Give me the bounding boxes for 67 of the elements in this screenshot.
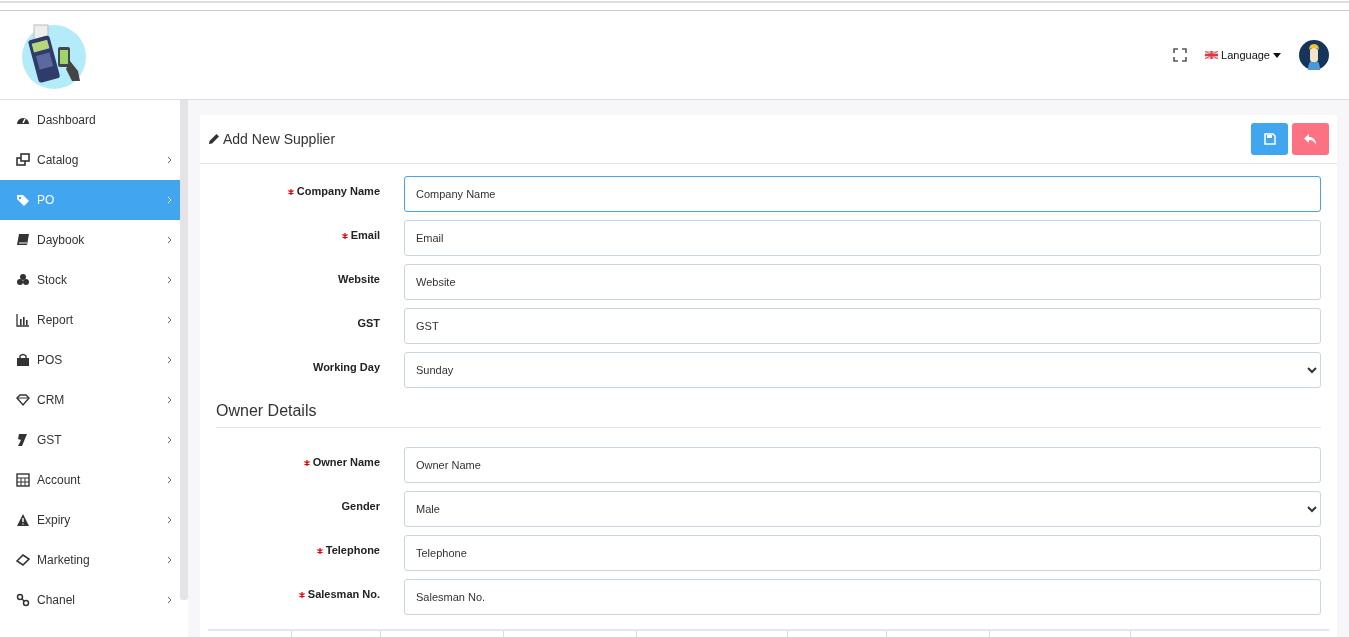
gst-icon — [16, 433, 30, 447]
chevron-right-icon — [167, 556, 173, 564]
field-label: Working Day — [312, 361, 380, 373]
input-field[interactable]: Email — [404, 220, 1321, 256]
section-heading: Owner Details — [216, 396, 1321, 428]
diamond-icon — [16, 393, 30, 407]
back-button[interactable] — [1292, 123, 1329, 155]
input-field[interactable]: Owner Name — [404, 447, 1321, 483]
overlapping-windows-icon — [16, 153, 30, 167]
sidebar-item[interactable]: Daybook — [0, 220, 180, 260]
chevron-right-icon — [167, 476, 173, 484]
flag-icon — [1205, 51, 1219, 59]
field-label: Email — [350, 229, 380, 241]
warning-icon — [16, 513, 30, 527]
chevron-right-icon — [167, 156, 173, 164]
chevron-right-icon — [167, 196, 173, 204]
bar-chart-icon — [16, 313, 30, 327]
chevron-right-icon — [167, 356, 173, 364]
field-label: Website — [338, 273, 380, 285]
fullscreen-icon[interactable] — [1173, 48, 1188, 62]
field-label: GST — [357, 317, 380, 329]
sidebar-item[interactable]: Catalog — [0, 140, 180, 180]
sidebar-item[interactable]: Marketing — [0, 540, 180, 580]
sidebar-item[interactable]: GST — [0, 420, 180, 460]
chevron-right-icon — [167, 276, 173, 284]
sidebar-item[interactable]: Account — [0, 460, 180, 500]
language-dropdown[interactable]: Language — [1205, 49, 1281, 61]
sidebar-scrollbar[interactable] — [180, 100, 188, 600]
cubes-icon — [16, 273, 30, 287]
book-icon — [16, 233, 30, 247]
sidebar-item[interactable]: CRM — [0, 380, 180, 420]
input-field[interactable]: GST — [404, 308, 1321, 344]
chevron-right-icon — [167, 236, 173, 244]
chevron-right-icon — [167, 316, 173, 324]
chevron-right-icon — [167, 436, 173, 444]
card-title: Add New Supplier — [223, 131, 337, 147]
chevron-right-icon — [167, 396, 173, 404]
chain-link-icon — [16, 593, 30, 607]
input-field[interactable]: Telephone — [404, 535, 1321, 571]
save-button[interactable] — [1251, 123, 1288, 155]
pencil-icon — [208, 133, 220, 145]
chevron-right-icon — [167, 516, 173, 524]
reply-arrow-icon — [1304, 133, 1317, 145]
shopping-bag-icon — [16, 353, 30, 367]
dropdown-field[interactable]: Male — [404, 491, 1321, 527]
avatar-icon[interactable] — [1299, 40, 1329, 70]
chevron-right-icon — [167, 596, 173, 604]
caret-icon — [1273, 52, 1281, 58]
input-field[interactable]: Salesman No. — [404, 579, 1321, 615]
language-label: Language — [1221, 49, 1270, 61]
sidebar-item[interactable]: Chanel — [0, 580, 180, 620]
sidebar-item[interactable]: Dashboard — [0, 100, 180, 140]
sidebar-item[interactable]: POS — [0, 340, 180, 380]
field-label: Company Name — [296, 185, 380, 197]
sidebar-item[interactable]: Stock — [0, 260, 180, 300]
calculator-icon — [16, 473, 30, 487]
tags-icon — [16, 193, 30, 207]
field-label: Telephone — [325, 544, 380, 556]
dropdown-field[interactable]: Sunday — [404, 352, 1321, 388]
input-field[interactable]: Website — [404, 264, 1321, 300]
field-label: Gender — [341, 500, 380, 512]
sidebar-item[interactable]: Expiry — [0, 500, 180, 540]
input-field[interactable]: Company Name — [404, 176, 1321, 212]
payment-terminal-logo — [20, 21, 88, 89]
field-label: Owner Name — [312, 456, 380, 468]
field-label: Salesman No. — [307, 588, 380, 600]
sidebar-item[interactable]: Report — [0, 300, 180, 340]
